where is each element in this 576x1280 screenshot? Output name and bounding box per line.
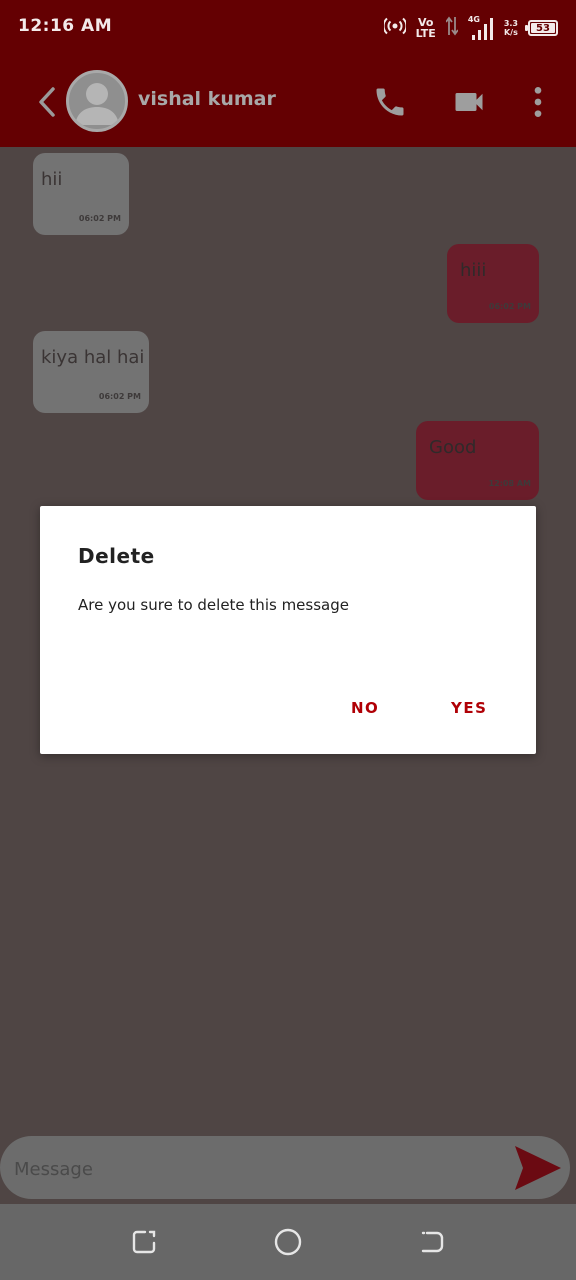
status-bar: 12:16 AM Vo LTE 4G 3.3 K/s 53 [0,0,576,56]
video-call-button[interactable] [449,82,489,122]
recents-icon [132,1230,156,1254]
dialog-title: Delete [78,544,155,568]
status-icons: Vo LTE 4G 3.3 K/s 53 [382,14,558,42]
yes-button[interactable]: YES [451,699,487,717]
message-time: 06:02 PM [78,214,121,223]
default-avatar-icon [75,83,119,125]
status-time: 12:16 AM [18,16,113,36]
avatar[interactable] [66,70,128,132]
message-bubble[interactable]: kiya hal hai 06:02 PM [33,331,149,413]
battery-icon: 53 [525,20,558,36]
message-text: Good [429,437,477,458]
message-time: 12:08 AM [488,479,531,488]
back-nav-icon [421,1231,444,1253]
dialog-message: Are you sure to delete this message [78,596,349,614]
message-bubble[interactable]: Good 12:08 AM [416,421,539,500]
net-speed: 3.3 K/s [503,19,518,37]
more-vert-icon [534,87,542,117]
delete-dialog: Delete Are you sure to delete this messa… [40,506,536,754]
message-bubble[interactable]: hiii 06:02 PM [447,244,539,323]
back-nav-button[interactable] [416,1226,448,1258]
message-input[interactable] [12,1150,496,1188]
home-button[interactable] [272,1226,304,1258]
home-circle-icon [274,1228,302,1256]
contact-name[interactable]: vishal kumar [138,88,276,110]
hotspot-icon [382,16,407,40]
message-text: hii [41,169,63,190]
message-time: 06:02 PM [488,302,531,311]
back-button[interactable] [34,84,60,120]
more-options-button[interactable] [518,82,558,122]
system-nav-bar [0,1204,576,1280]
message-bubble[interactable]: hii 06:02 PM [33,153,129,235]
message-composer [0,1136,570,1199]
phone-icon [376,88,404,116]
recent-apps-button[interactable] [128,1226,160,1258]
signal-icon [471,18,493,40]
back-arrow-icon [39,87,55,117]
battery-level: 53 [536,22,550,34]
voice-call-button[interactable] [370,82,410,122]
message-time: 06:02 PM [98,392,141,401]
message-text: hiii [460,260,487,281]
video-call-icon [455,93,483,111]
volte-indicator: Vo LTE [415,16,436,40]
signal-indicator: 4G [468,15,494,41]
no-button[interactable]: NO [351,699,379,717]
send-button[interactable] [512,1142,564,1194]
send-icon [515,1146,561,1190]
chat-header: vishal kumar [0,56,576,147]
data-arrows-icon [445,15,459,41]
message-text: kiya hal hai [41,347,145,368]
